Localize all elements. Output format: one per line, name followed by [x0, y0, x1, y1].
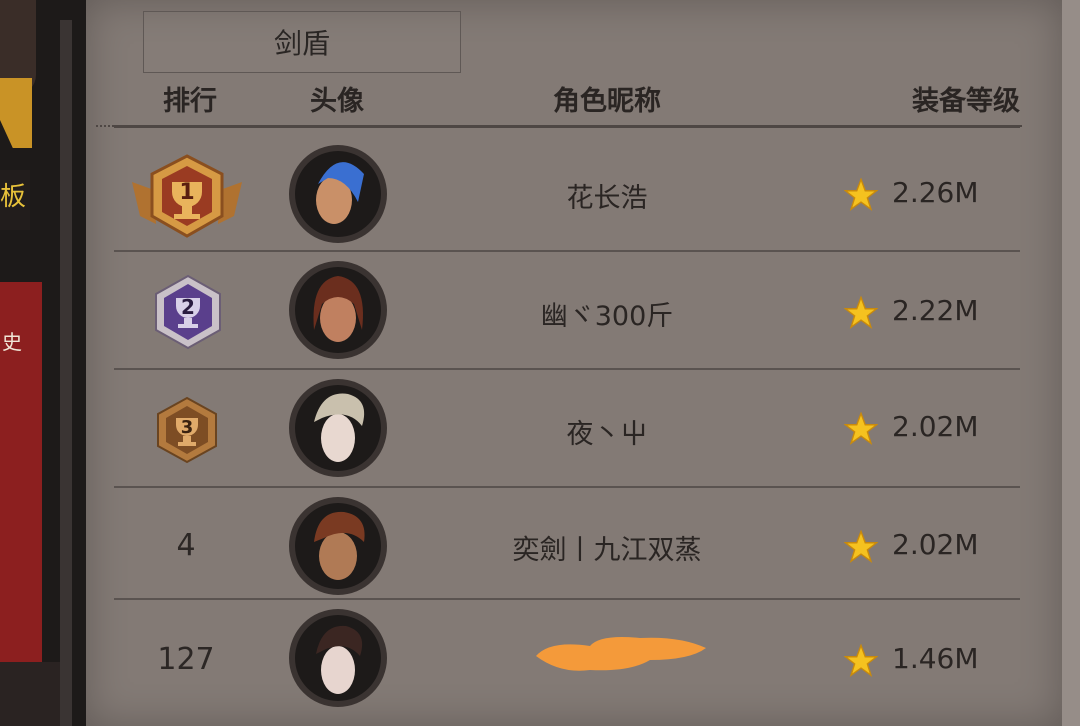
rank-number: 127 [157, 642, 215, 677]
equipment-level: 2.02M [892, 410, 979, 443]
player-name: 花长浩 [566, 183, 648, 214]
avatar-face [321, 646, 355, 694]
table-row[interactable]: 2 幽ヾ300斤 2.22M [96, 252, 1022, 368]
player-avatar[interactable] [288, 608, 388, 708]
player-avatar[interactable] [288, 144, 388, 244]
table-row[interactable]: 1 花长浩 2.26M [96, 134, 1022, 250]
side-menu-label-2: 史 [2, 330, 22, 354]
header-rank: 排行 [163, 86, 217, 117]
equipment-level: 2.02M [892, 528, 979, 561]
equipment-level: 2.22M [892, 294, 979, 327]
rank-number: 4 [176, 528, 196, 563]
panel-right-edge [1062, 0, 1080, 726]
star-icon [844, 412, 878, 445]
row-divider [114, 598, 1020, 600]
avatar-face [319, 532, 357, 580]
side-bottom-block [0, 662, 60, 726]
rank-3-trophy-icon: 3 [157, 396, 217, 464]
panel-divider [60, 20, 72, 726]
gold-emblem-partial [0, 78, 32, 148]
header-level: 装备等级 [912, 86, 1020, 117]
side-game-strip: 板 史 [0, 0, 86, 726]
rank-2-number: 2 [181, 295, 195, 319]
player-name: 奕劍丨九江双蒸 [512, 535, 702, 566]
table-row[interactable]: 3 夜丶屮 2.02M [96, 370, 1022, 486]
rank-3-number: 3 [181, 417, 194, 438]
star-icon [844, 530, 878, 563]
player-name: 夜丶屮 [566, 419, 648, 450]
player-name: 幽ヾ300斤 [540, 301, 674, 332]
star-icon [844, 296, 878, 329]
header-avatar: 头像 [310, 86, 364, 117]
class-tab-sword-shield[interactable]: 剑盾 [143, 11, 461, 73]
table-row[interactable]: 4 奕劍丨九江双蒸 2.02M [96, 488, 1022, 604]
star-icon [844, 178, 878, 211]
equipment-level: 2.26M [892, 176, 979, 209]
side-menu-label-1: 板 [0, 182, 27, 212]
star-icon [844, 644, 878, 677]
player-avatar[interactable] [288, 260, 388, 360]
redaction-scribble [536, 637, 706, 671]
player-avatar[interactable] [288, 496, 388, 596]
rank-2-trophy-icon: 2 [155, 274, 221, 350]
header-divider [114, 125, 1020, 128]
rank-1-trophy-icon: 1 [132, 154, 242, 238]
player-avatar[interactable] [288, 378, 388, 478]
avatar-face [321, 414, 355, 462]
header-name: 角色昵称 [553, 86, 661, 117]
rank-1-number: 1 [179, 180, 194, 205]
equipment-level: 1.46M [892, 642, 979, 675]
